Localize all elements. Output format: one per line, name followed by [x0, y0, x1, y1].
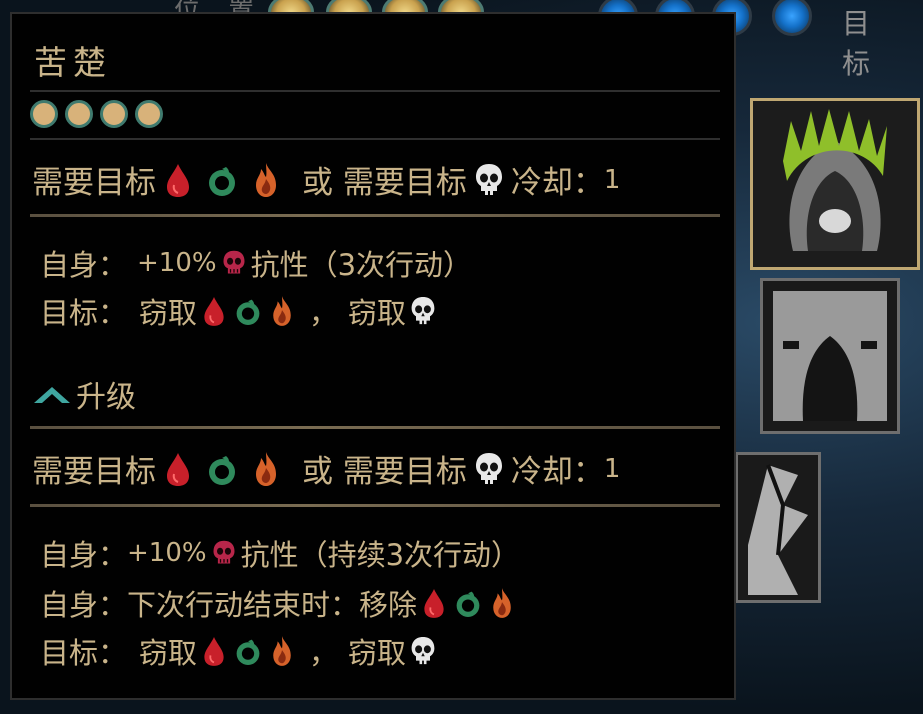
req-or: 或 需要目标: [302, 165, 467, 201]
blight-icon: [234, 294, 262, 328]
cooldown-value: 1: [603, 453, 621, 484]
self-label: 自身：: [40, 588, 128, 622]
blight-icon: [206, 450, 238, 488]
steal-label: 窃取: [348, 636, 407, 670]
bleed-icon: [200, 634, 228, 668]
resist-skull-icon: [210, 536, 238, 570]
bleed-icon: [420, 586, 448, 620]
divider: [30, 138, 720, 140]
skill-title: 苦楚: [34, 43, 112, 82]
resist-stat: 抗性（持续3次行动）: [240, 538, 521, 572]
rank-pip: [65, 100, 93, 128]
divider: [30, 426, 720, 429]
skull-icon: [409, 294, 437, 328]
bleed-icon: [200, 294, 228, 328]
req-or: 或 需要目标: [302, 454, 467, 490]
cooldown-label: 冷却：: [510, 454, 604, 490]
req-prefix: 需要目标: [32, 165, 156, 201]
self-effect-row: 自身： +10% 抗性（3次行动）: [40, 242, 472, 284]
steal-label: 窃取: [139, 636, 198, 670]
skull-icon: [473, 161, 505, 199]
skill-slot[interactable]: [760, 278, 900, 434]
upgrade-header: 升级: [32, 372, 136, 416]
remove-text: 下次行动结束时：移除: [127, 588, 418, 622]
burn-icon: [268, 634, 296, 668]
upgrade-target-effect-row: 目标： 窃取 ， 窃取: [40, 630, 440, 672]
hooded-figure-skill-icon: [753, 101, 917, 267]
burn-icon: [268, 294, 296, 328]
skull-icon: [473, 450, 505, 488]
steal-label: 窃取: [139, 296, 198, 330]
self-label: 自身：: [40, 248, 128, 282]
resist-skull-icon: [220, 246, 248, 280]
rank-pip: [30, 100, 58, 128]
bleed-icon: [162, 161, 194, 199]
divider: [30, 90, 720, 92]
target-label: 目 标: [842, 7, 877, 80]
blight-icon: [234, 634, 262, 668]
rank-pip: [100, 100, 128, 128]
burn-icon: [250, 161, 282, 199]
skill-slot-selected[interactable]: [750, 98, 920, 270]
skill-slot[interactable]: [735, 452, 821, 603]
divider: [30, 214, 720, 217]
cooldown-value: 1: [603, 164, 621, 195]
target-label: 目标：: [40, 636, 128, 670]
skull-icon: [409, 634, 437, 668]
rank-pip: [135, 100, 163, 128]
blight-icon: [454, 586, 482, 620]
upgrade-requirement-row: 需要目标 或 需要目标 冷却： 1: [32, 446, 620, 491]
blight-icon: [206, 161, 238, 199]
bleed-icon: [162, 450, 194, 488]
requirement-row: 需要目标 或 需要目标 冷却： 1: [32, 157, 620, 202]
resist-stat: 抗性（3次行动）: [250, 248, 473, 282]
skill-tooltip: 苦楚 需要目标 或 需要目标 冷却： 1 自身： +10% 抗性（3次行动） 目…: [10, 12, 736, 700]
steal-label: 窃取: [348, 296, 407, 330]
resist-pct: +10%: [137, 248, 217, 278]
upgrade-self-effect-row: 自身： +10% 抗性（持续3次行动）: [40, 532, 520, 574]
upgrade-self-effect-row-2: 自身： 下次行动结束时：移除: [40, 582, 519, 624]
resist-pct: +10%: [127, 538, 207, 568]
rank-pips: [30, 100, 163, 128]
target-effect-row: 目标： 窃取 ， 窃取: [40, 290, 440, 332]
target-label: 目标：: [40, 296, 128, 330]
burn-icon: [250, 450, 282, 488]
divider: [30, 504, 720, 507]
target-pip[interactable]: [772, 0, 812, 36]
separator: ，: [309, 296, 339, 330]
upgrade-title: 升级: [76, 380, 136, 415]
chained-figure-skill-icon: [763, 281, 897, 431]
cooldown-label: 冷却：: [510, 165, 604, 201]
upgrade-chevron-icon: [32, 383, 72, 405]
burn-icon: [488, 586, 516, 620]
self-label: 自身：: [40, 538, 128, 572]
req-prefix: 需要目标: [32, 454, 156, 490]
cracked-skill-icon: [738, 455, 818, 600]
separator: ，: [309, 636, 339, 670]
